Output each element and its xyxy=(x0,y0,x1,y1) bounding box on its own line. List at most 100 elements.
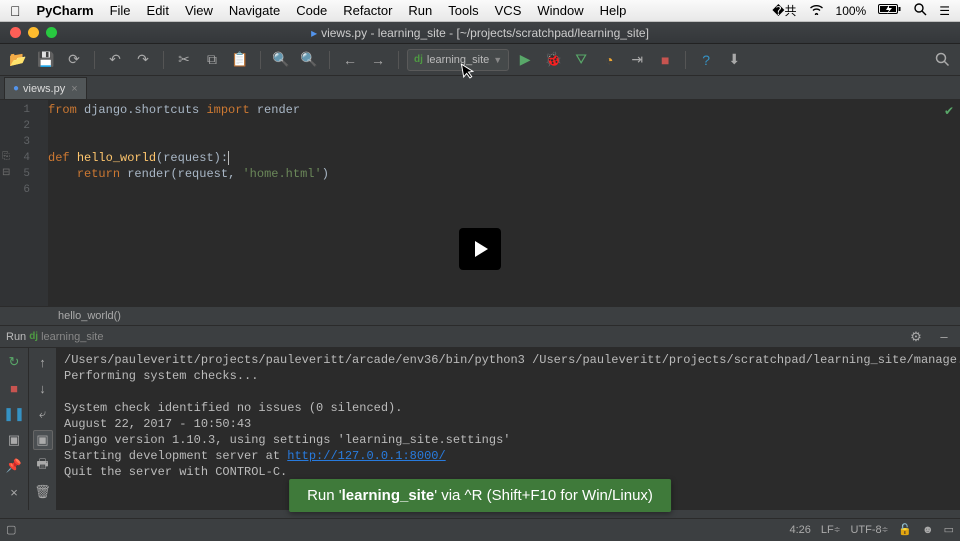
run-button[interactable]: ▶ xyxy=(513,48,537,72)
run-tooltip: Run 'learning_site' via ^R (Shift+F10 fo… xyxy=(289,479,671,512)
python-file-icon: ● xyxy=(13,83,19,94)
tip-name: learning_site xyxy=(342,487,435,504)
up-stack-button[interactable]: ↑ xyxy=(33,352,53,372)
scroll-to-end-button[interactable]: ▣ xyxy=(33,430,53,450)
open-button[interactable]: 📂 xyxy=(6,48,30,72)
pause-output-button[interactable]: ❚❚ xyxy=(4,404,24,424)
airdrop-icon[interactable]: �共 xyxy=(772,2,796,19)
menu-run[interactable]: Run xyxy=(408,3,432,18)
window-title: ▸views.py - learning_site - [~/projects/… xyxy=(0,26,960,40)
battery-percent: 100% xyxy=(836,4,867,18)
line-number[interactable]: 3 xyxy=(0,134,48,150)
close-tab-icon[interactable]: × xyxy=(71,83,77,95)
line-number[interactable]: ⎘4 xyxy=(0,150,48,166)
debug-button[interactable]: 🐞 xyxy=(541,48,565,72)
menu-tools[interactable]: Tools xyxy=(448,3,478,18)
cut-button[interactable]: ✂ xyxy=(172,48,196,72)
hector-icon[interactable]: ☻ xyxy=(922,524,934,536)
server-url-link[interactable]: http://127.0.0.1:8000/ xyxy=(287,449,445,463)
restore-layout-button[interactable]: ▣ xyxy=(4,430,24,450)
run-tool-header[interactable]: Run dj learning_site ⚙ – xyxy=(0,326,960,348)
menu-window[interactable]: Window xyxy=(537,3,583,18)
sync-button[interactable]: ⟳ xyxy=(62,48,86,72)
redo-button[interactable]: ↷ xyxy=(131,48,155,72)
play-icon xyxy=(475,241,488,257)
down-stack-button[interactable]: ↓ xyxy=(33,378,53,398)
app-name[interactable]: PyCharm xyxy=(37,3,94,18)
menu-view[interactable]: View xyxy=(185,3,213,18)
breadcrumb-item[interactable]: hello_world() xyxy=(58,310,121,322)
gutter-mark-icon[interactable]: ⎘ xyxy=(2,150,10,166)
find-button[interactable]: 🔍 xyxy=(269,48,293,72)
dropdown-caret-icon: ▼ xyxy=(493,55,502,65)
search-everywhere-button[interactable] xyxy=(930,48,954,72)
code-editor[interactable]: 1 2 3 ⎘4 ⊟5 6 from django.shortcuts impo… xyxy=(0,100,960,306)
inspection-ok-icon[interactable]: ✔ xyxy=(944,104,954,118)
spotlight-icon[interactable] xyxy=(914,3,927,19)
line-number[interactable]: 6 xyxy=(0,182,48,198)
structure-breadcrumb[interactable]: hello_world() xyxy=(0,306,960,326)
stop-process-button[interactable]: ■ xyxy=(4,378,24,398)
main-toolbar: 📂 💾 ⟳ ↶ ↷ ✂ ⧉ 📋 🔍 🔍 ← → dj learning_site… xyxy=(0,44,960,76)
menu-code[interactable]: Code xyxy=(296,3,327,18)
save-all-button[interactable]: 💾 xyxy=(34,48,58,72)
tip-text: ' via ^R (Shift+F10 for Win/Linux) xyxy=(434,487,653,504)
profile-button[interactable]: ◔ xyxy=(597,48,621,72)
menu-navigate[interactable]: Navigate xyxy=(229,3,280,18)
line-gutter[interactable]: 1 2 3 ⎘4 ⊟5 6 xyxy=(0,100,48,306)
run-tool-side-right: ↑ ↓ ⤶ ▣ 🖶 🗑 xyxy=(28,348,56,510)
console-line: /Users/pauleveritt/projects/pauleveritt/… xyxy=(64,353,960,367)
run-coverage-button[interactable]: ⛛ xyxy=(569,48,593,72)
title-path: - learning_site - [~/projects/scratchpad… xyxy=(367,26,649,40)
soft-wrap-button[interactable]: ⤶ xyxy=(33,404,53,424)
battery-icon[interactable] xyxy=(878,3,902,18)
code-body[interactable]: from django.shortcuts import renderdef h… xyxy=(48,100,960,306)
console-line: Performing system checks... xyxy=(64,369,258,383)
window-titlebar: ▸views.py - learning_site - [~/projects/… xyxy=(0,22,960,44)
forward-button[interactable]: → xyxy=(366,48,390,72)
menu-extra-icon[interactable]: ☰ xyxy=(939,4,950,18)
tab-views-py[interactable]: ● views.py × xyxy=(4,77,87,99)
paste-button[interactable]: 📋 xyxy=(228,48,252,72)
replace-button[interactable]: 🔍 xyxy=(297,48,321,72)
line-number[interactable]: ⊟5 xyxy=(0,166,48,182)
help-button[interactable]: ? xyxy=(694,48,718,72)
memory-widget-icon[interactable]: ▭ xyxy=(944,523,954,536)
update-button[interactable]: ⬇ xyxy=(722,48,746,72)
run-config-selector[interactable]: dj learning_site ▼ xyxy=(407,49,509,71)
stop-button[interactable]: ■ xyxy=(653,48,677,72)
settings-icon[interactable]: ⚙ xyxy=(906,327,926,347)
console-line: Starting development server at xyxy=(64,449,287,463)
menu-vcs[interactable]: VCS xyxy=(495,3,522,18)
menu-edit[interactable]: Edit xyxy=(147,3,169,18)
copy-button[interactable]: ⧉ xyxy=(200,48,224,72)
console-line: Django version 1.10.3, using settings 'l… xyxy=(64,433,510,447)
close-tab-button[interactable]: × xyxy=(4,482,24,502)
macos-menubar:  PyCharm File Edit View Navigate Code R… xyxy=(0,0,960,22)
line-number[interactable]: 2 xyxy=(0,118,48,134)
video-play-overlay[interactable] xyxy=(459,228,501,270)
minimize-tool-icon[interactable]: – xyxy=(934,327,954,347)
print-button[interactable]: 🖶 xyxy=(33,456,53,476)
clear-all-button[interactable]: 🗑 xyxy=(33,482,53,502)
line-number[interactable]: 1 xyxy=(0,102,48,118)
file-encoding[interactable]: UTF-8≑ xyxy=(850,519,888,541)
menu-refactor[interactable]: Refactor xyxy=(343,3,392,18)
editor-tabs: ● views.py × xyxy=(0,76,960,100)
caret-position[interactable]: 4:26 xyxy=(789,524,810,536)
wifi-icon[interactable] xyxy=(809,4,824,18)
menu-help[interactable]: Help xyxy=(600,3,627,18)
readonly-lock-icon[interactable]: 🔓 xyxy=(898,523,912,536)
apple-menu-icon[interactable]:  xyxy=(10,3,21,19)
pin-tab-button[interactable]: 📌 xyxy=(4,456,24,476)
attach-button[interactable]: ⇥ xyxy=(625,48,649,72)
tool-window-toggle-icon[interactable]: ▢ xyxy=(6,523,16,536)
fold-icon[interactable]: ⊟ xyxy=(2,166,10,182)
menu-file[interactable]: File xyxy=(110,3,131,18)
undo-button[interactable]: ↶ xyxy=(103,48,127,72)
back-button[interactable]: ← xyxy=(338,48,362,72)
line-separator[interactable]: LF≑ xyxy=(821,519,841,541)
rerun-button[interactable]: ↻ xyxy=(4,352,24,372)
python-file-icon: ▸ xyxy=(311,26,317,40)
tab-label: views.py xyxy=(23,83,65,95)
